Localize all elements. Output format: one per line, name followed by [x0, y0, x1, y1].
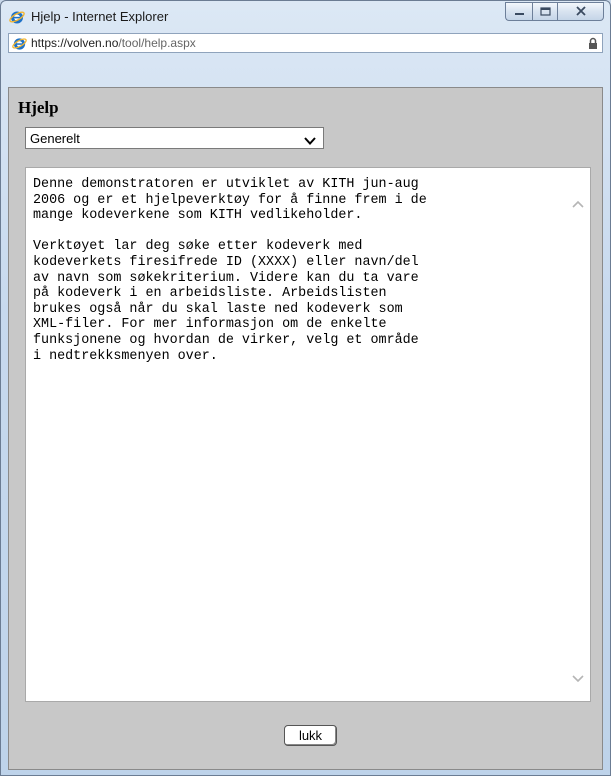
title-bar[interactable]: Hjelp - Internet Explorer	[1, 1, 610, 33]
ie-logo-icon	[9, 9, 25, 25]
topic-select-value: Generelt	[30, 131, 80, 146]
maximize-button[interactable]	[532, 2, 558, 21]
url-text: https://volven.no/tool/help.aspx	[31, 36, 196, 50]
scroll-up-icon[interactable]	[572, 195, 584, 208]
browser-window: Hjelp - Internet Explorer https://volven…	[0, 0, 611, 776]
help-text-area[interactable]: Denne demonstratoren er utviklet av KITH…	[25, 167, 591, 702]
scroll-down-icon[interactable]	[572, 670, 584, 683]
minimize-button[interactable]	[505, 2, 532, 21]
ie-logo-icon	[12, 36, 27, 51]
maximize-icon	[539, 3, 551, 21]
page-title: Hjelp	[18, 98, 59, 117]
close-icon	[575, 3, 587, 21]
address-bar[interactable]: https://volven.no/tool/help.aspx	[8, 33, 603, 53]
window-title: Hjelp - Internet Explorer	[31, 9, 169, 24]
lock-icon[interactable]	[588, 37, 598, 50]
close-window-button[interactable]	[558, 2, 604, 21]
help-text: Denne demonstratoren er utviklet av KITH…	[33, 177, 427, 364]
chevron-down-icon	[304, 133, 316, 145]
close-button[interactable]: lukk	[284, 725, 337, 746]
window-controls	[505, 2, 604, 21]
topic-select[interactable]: Generelt	[25, 127, 324, 149]
minimize-icon	[514, 3, 525, 21]
url-path: /tool/help.aspx	[118, 36, 196, 50]
url-host: https://volven.no	[31, 36, 119, 50]
